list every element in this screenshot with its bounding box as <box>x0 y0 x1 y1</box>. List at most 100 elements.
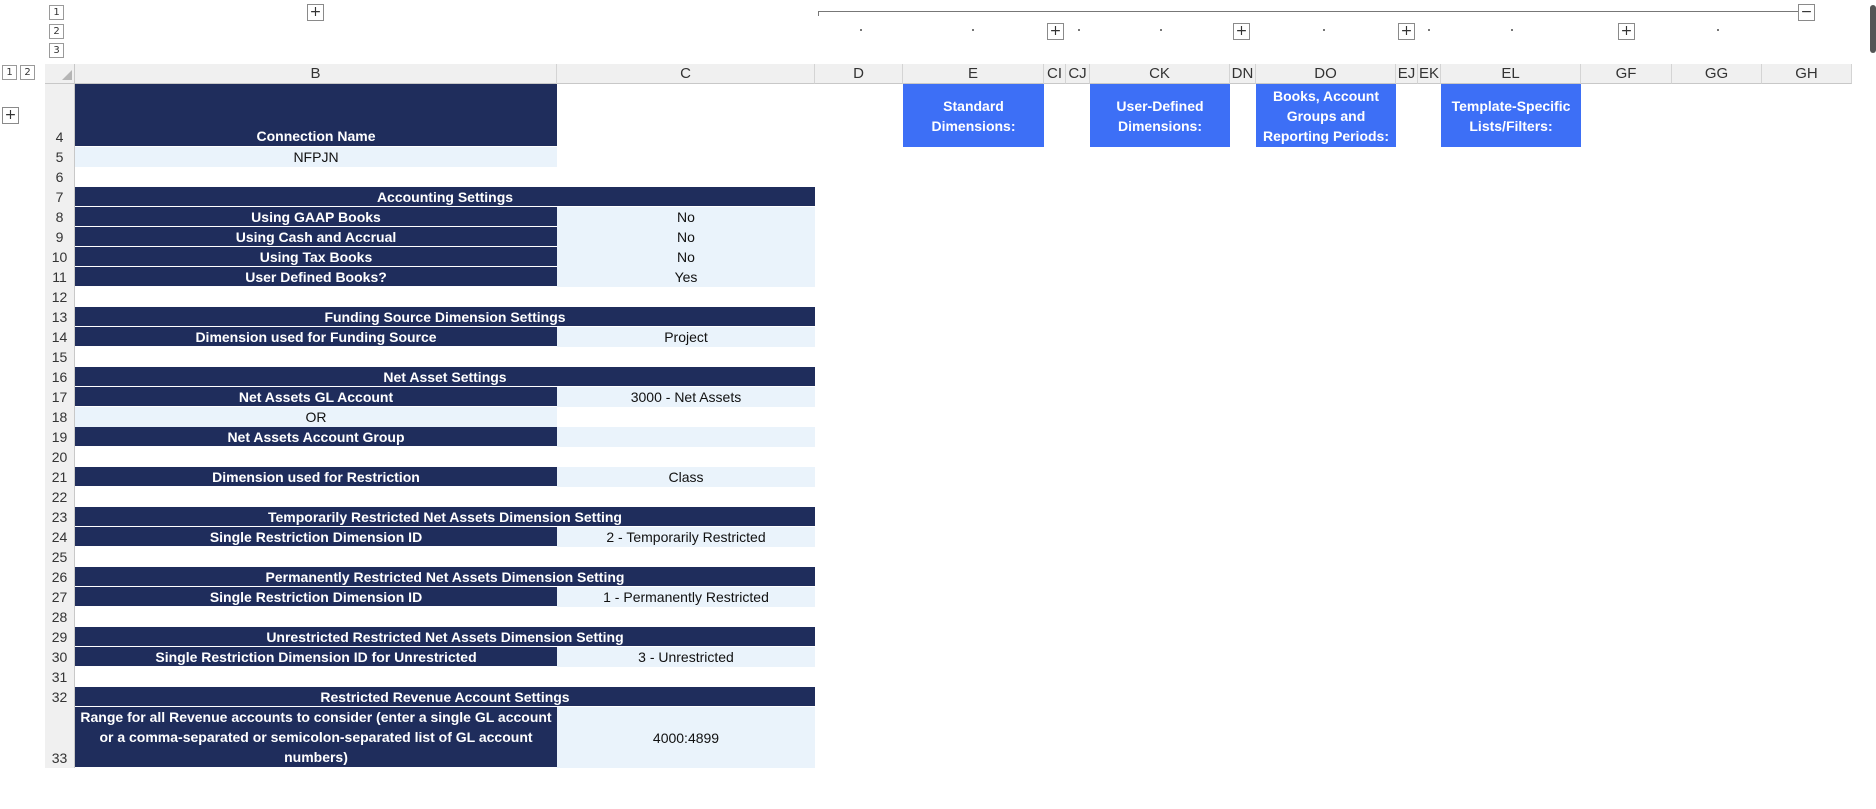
expand-rows-button[interactable]: + <box>2 107 19 124</box>
column-header-ej[interactable]: EJ <box>1396 64 1418 84</box>
standard-dimensions-box[interactable]: Standard Dimensions: <box>903 84 1044 147</box>
row-header-25[interactable]: 25 <box>45 547 75 567</box>
revenue-range-value-cell[interactable]: 4000:4899 <box>557 707 815 768</box>
row-header-12[interactable]: 12 <box>45 287 75 307</box>
expand-group-b-button[interactable]: + <box>307 4 324 21</box>
expand-group-dn-button[interactable]: + <box>1233 23 1250 40</box>
column-header-gh[interactable]: GH <box>1762 64 1852 84</box>
row-header-22[interactable]: 22 <box>45 487 75 507</box>
expand-group-ej-button[interactable]: + <box>1398 23 1415 40</box>
restriction-dimension-value-cell[interactable]: Class <box>557 467 815 487</box>
row-header-32[interactable]: 32 <box>45 687 75 707</box>
outline-dot <box>1511 29 1513 31</box>
connection-name-cell[interactable]: NFPJN <box>75 147 557 167</box>
row-header-14[interactable]: 14 <box>45 327 75 347</box>
column-header-ci[interactable]: CI <box>1044 64 1066 84</box>
row-header-8[interactable]: 8 <box>45 207 75 227</box>
tax-books-value-cell[interactable]: No <box>557 247 815 267</box>
temp-restricted-label: Single Restriction Dimension ID <box>209 528 423 545</box>
user-defined-books-value-cell[interactable]: Yes <box>557 267 815 287</box>
row-header-20[interactable]: 20 <box>45 447 75 467</box>
row-outline-level-2-button[interactable]: 2 <box>20 65 35 80</box>
perm-restricted-label: Single Restriction Dimension ID <box>209 588 423 605</box>
column-header-gf[interactable]: GF <box>1581 64 1672 84</box>
column-header-c[interactable]: C <box>557 64 815 84</box>
cash-accrual-label-cell: Using Cash and Accrual <box>75 227 557 247</box>
outline-level-2-button[interactable]: 2 <box>49 24 64 39</box>
column-header-cj[interactable]: CJ <box>1066 64 1090 84</box>
row-header-31[interactable]: 31 <box>45 667 75 687</box>
row-header-33[interactable]: 33 <box>45 707 75 768</box>
column-header-dn[interactable]: DN <box>1230 64 1256 84</box>
funding-source-label: Dimension used for Funding Source <box>195 328 437 345</box>
row-header-27[interactable]: 27 <box>45 587 75 607</box>
template-specific-lists-box[interactable]: Template-Specific Lists/Filters: <box>1441 84 1581 147</box>
outline-dot <box>972 29 974 31</box>
accounting-settings-header: Accounting Settings <box>75 187 815 207</box>
connection-name-label: Connection Name <box>256 128 376 144</box>
restriction-dimension-label: Dimension used for Restriction <box>212 468 420 485</box>
outline-level-1-button[interactable]: 1 <box>49 5 64 20</box>
row-header-5[interactable]: 5 <box>45 147 75 167</box>
column-header-e[interactable]: E <box>903 64 1044 84</box>
net-assets-group-value-cell[interactable] <box>557 427 815 447</box>
unrestricted-label: Single Restriction Dimension ID for Unre… <box>155 648 477 665</box>
row-header-13[interactable]: 13 <box>45 307 75 327</box>
column-header-el[interactable]: EL <box>1441 64 1581 84</box>
column-header-ck[interactable]: CK <box>1090 64 1230 84</box>
row-header-26[interactable]: 26 <box>45 567 75 587</box>
vertical-scrollbar-thumb[interactable] <box>1870 5 1876 53</box>
column-header-gg[interactable]: GG <box>1672 64 1762 84</box>
row-header-19[interactable]: 19 <box>45 427 75 447</box>
row-header-15[interactable]: 15 <box>45 347 75 367</box>
column-header-do[interactable]: DO <box>1256 64 1396 84</box>
row-header-16[interactable]: 16 <box>45 367 75 387</box>
cash-accrual-value: No <box>677 229 695 245</box>
row-header-18[interactable]: 18 <box>45 407 75 427</box>
net-assets-group-label-cell: Net Assets Account Group <box>75 427 557 447</box>
net-assets-gl-label: Net Assets GL Account <box>238 388 394 405</box>
tax-books-label: Using Tax Books <box>259 248 373 265</box>
gaap-books-label: Using GAAP Books <box>251 208 381 225</box>
connection-name-header: Connection Name <box>75 84 557 147</box>
row-header-28[interactable]: 28 <box>45 607 75 627</box>
row-header-23[interactable]: 23 <box>45 507 75 527</box>
tax-books-value: No <box>677 249 695 265</box>
column-header-d[interactable]: D <box>815 64 903 84</box>
temp-restricted-value: 2 - Temporarily Restricted <box>606 529 766 545</box>
row-header-7[interactable]: 7 <box>45 187 75 207</box>
row-header-9[interactable]: 9 <box>45 227 75 247</box>
cash-accrual-value-cell[interactable]: No <box>557 227 815 247</box>
perm-restricted-label-cell: Single Restriction Dimension ID <box>75 587 557 607</box>
row-header-10[interactable]: 10 <box>45 247 75 267</box>
row-header-4[interactable]: 4 <box>45 84 75 147</box>
column-header-ek[interactable]: EK <box>1418 64 1441 84</box>
books-account-groups-box[interactable]: Books, Account Groups and Reporting Peri… <box>1256 84 1396 147</box>
gaap-books-value-cell[interactable]: No <box>557 207 815 227</box>
row-header-17[interactable]: 17 <box>45 387 75 407</box>
net-assets-gl-value: 3000 - Net Assets <box>630 389 742 405</box>
row-header-11[interactable]: 11 <box>45 267 75 287</box>
outline-level-3-button[interactable]: 3 <box>49 43 64 58</box>
expand-group-gf-button[interactable]: + <box>1618 23 1635 40</box>
row-outline-level-1-button[interactable]: 1 <box>2 65 17 80</box>
net-assets-gl-value-cell[interactable]: 3000 - Net Assets <box>557 387 815 407</box>
row-header-21[interactable]: 21 <box>45 467 75 487</box>
user-defined-books-value: Yes <box>674 269 698 285</box>
row-header-29[interactable]: 29 <box>45 627 75 647</box>
gaap-books-value: No <box>677 209 695 225</box>
perm-restricted-value-cell[interactable]: 1 - Permanently Restricted <box>557 587 815 607</box>
row-header-24[interactable]: 24 <box>45 527 75 547</box>
outline-dot <box>1428 29 1430 31</box>
temp-restricted-value-cell[interactable]: 2 - Temporarily Restricted <box>557 527 815 547</box>
expand-group-ci-button[interactable]: + <box>1047 23 1064 40</box>
unrestricted-value-cell[interactable]: 3 - Unrestricted <box>557 647 815 667</box>
standard-dimensions-label: Standard Dimensions: <box>931 97 1016 134</box>
user-defined-dimensions-box[interactable]: User-Defined Dimensions: <box>1090 84 1230 147</box>
outline-dot <box>1717 29 1719 31</box>
funding-source-value-cell[interactable]: Project <box>557 327 815 347</box>
collapse-group-button[interactable]: − <box>1798 4 1815 21</box>
row-header-6[interactable]: 6 <box>45 167 75 187</box>
row-header-30[interactable]: 30 <box>45 647 75 667</box>
column-header-b[interactable]: B <box>75 64 557 84</box>
